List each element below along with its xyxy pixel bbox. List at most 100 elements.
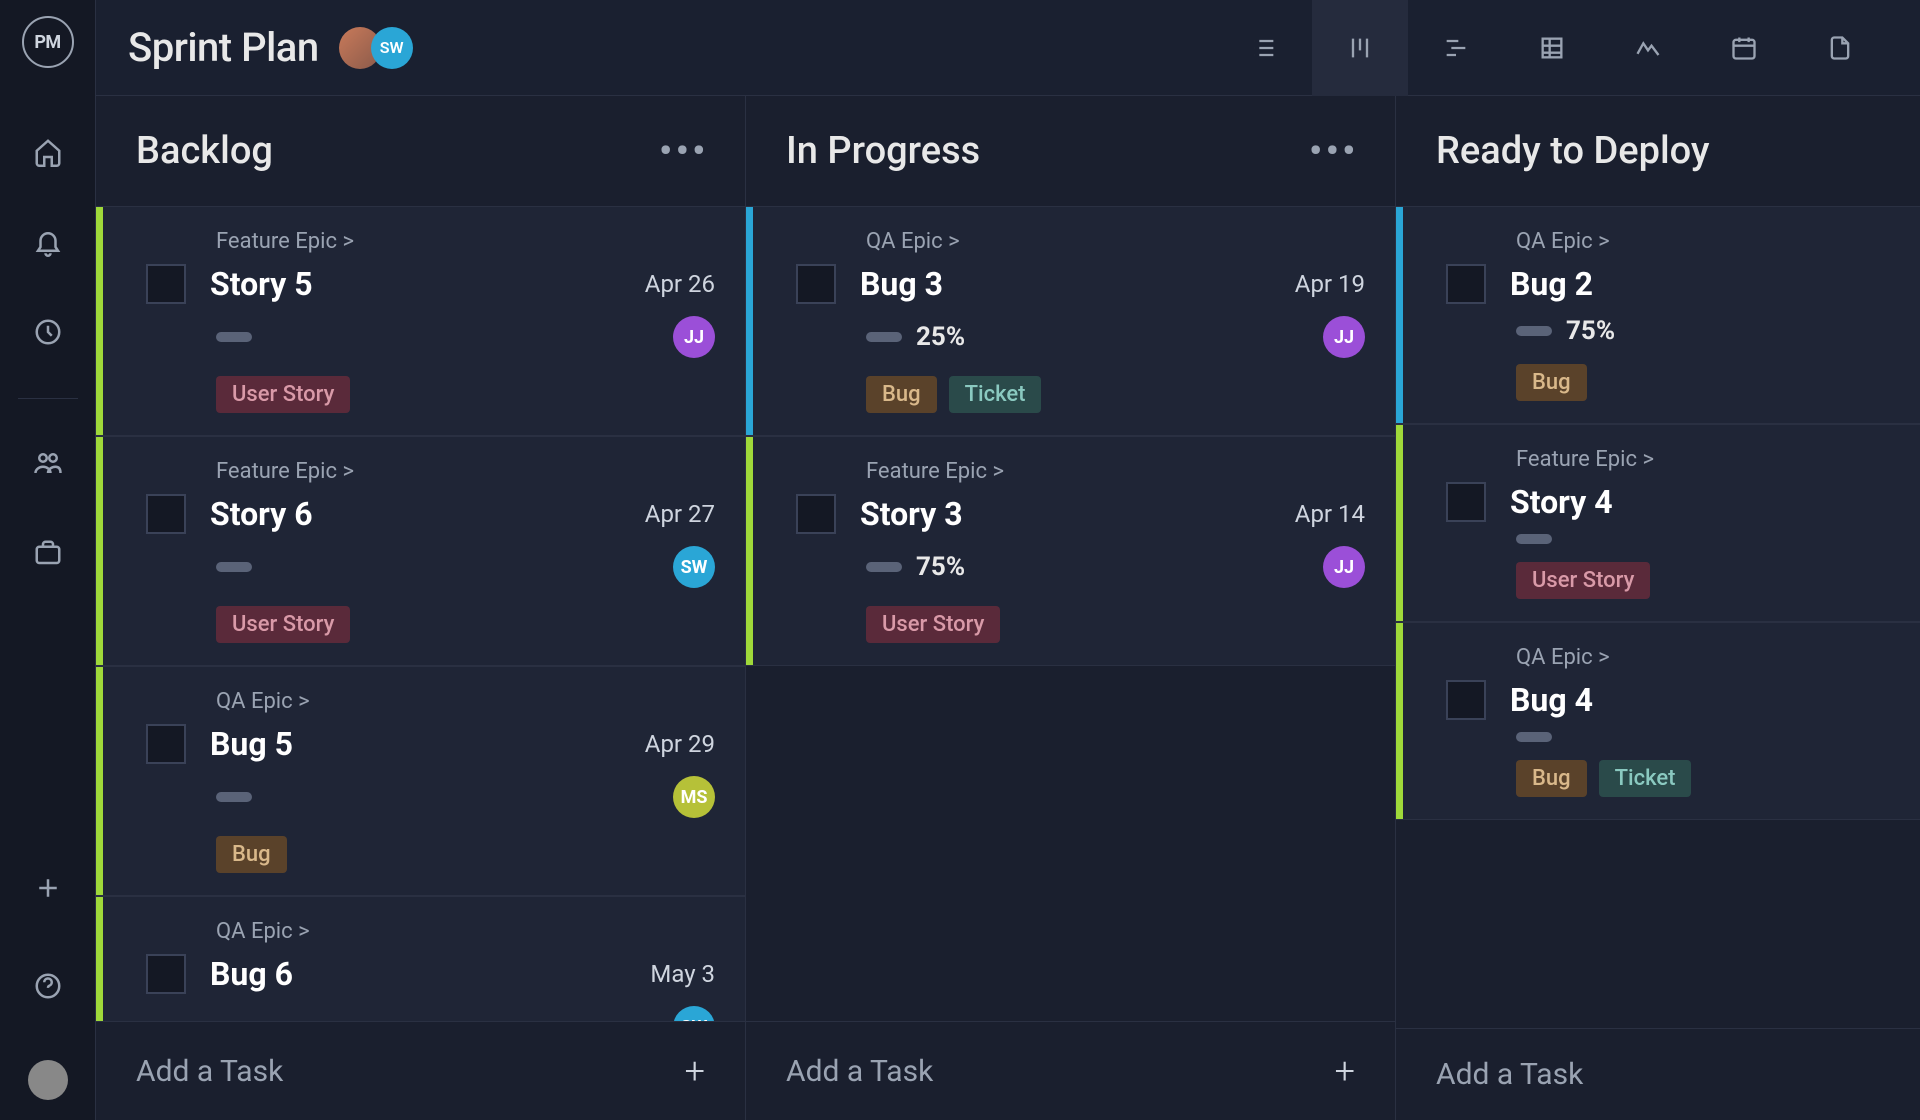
task-date: Apr 19 xyxy=(1295,270,1365,298)
card-epic-breadcrumb[interactable]: Feature Epic > xyxy=(216,229,715,254)
card-stripe xyxy=(1396,623,1403,819)
task-checkbox[interactable] xyxy=(796,264,836,304)
task-checkbox[interactable] xyxy=(146,494,186,534)
member-avatar[interactable]: SW xyxy=(371,27,413,69)
user-avatar[interactable] xyxy=(28,1060,68,1100)
column-body: QA Epic >Bug 3Apr 1925%JJBugTicketFeatur… xyxy=(746,206,1395,1021)
column-header: In Progress ••• xyxy=(746,96,1395,206)
column-menu-icon[interactable]: ••• xyxy=(659,131,709,171)
card-epic-breadcrumb[interactable]: Feature Epic > xyxy=(216,459,715,484)
help-icon[interactable] xyxy=(24,962,72,1010)
task-checkbox[interactable] xyxy=(146,724,186,764)
add-task-button[interactable]: Add a Task+ xyxy=(96,1021,745,1120)
progress-percent: 75% xyxy=(1566,316,1615,346)
task-checkbox[interactable] xyxy=(146,264,186,304)
app-logo[interactable]: PM xyxy=(22,16,74,68)
assignee-avatar[interactable]: MS xyxy=(673,776,715,818)
progress-bar xyxy=(866,562,902,572)
task-title: Bug 6 xyxy=(210,955,293,993)
card-epic-breadcrumb[interactable]: QA Epic > xyxy=(1516,229,1920,254)
card-stripe xyxy=(746,207,753,435)
task-card[interactable]: Feature Epic > Story 4 User Story xyxy=(1396,424,1920,622)
task-card[interactable]: Feature Epic >Story 5Apr 26JJUser Story xyxy=(96,206,745,436)
add-icon[interactable] xyxy=(24,864,72,912)
dashboard-view-tab[interactable] xyxy=(1600,0,1696,96)
tag-list: User Story xyxy=(216,376,715,413)
card-epic-breadcrumb[interactable]: Feature Epic > xyxy=(866,459,1365,484)
home-icon[interactable] xyxy=(24,128,72,176)
left-sidebar: PM xyxy=(0,0,96,1120)
column-title: In Progress xyxy=(786,129,980,173)
add-task-button[interactable]: Add a Task+ xyxy=(746,1021,1395,1120)
tag-list: Bug xyxy=(1516,364,1920,401)
tag-ticket[interactable]: Ticket xyxy=(1599,760,1692,797)
card-stripe xyxy=(1396,425,1403,621)
column-header: Backlog••• xyxy=(96,96,745,206)
task-card[interactable]: QA Epic >Bug 4BugTicket xyxy=(1396,622,1920,820)
list-view-tab[interactable] xyxy=(1216,0,1312,96)
sheet-view-tab[interactable] xyxy=(1504,0,1600,96)
task-card[interactable]: QA Epic >Bug 3Apr 1925%JJBugTicket xyxy=(746,206,1395,436)
card-epic-breadcrumb[interactable]: QA Epic > xyxy=(866,229,1365,254)
task-title: Story 5 xyxy=(210,265,313,303)
assignee-avatar[interactable]: JJ xyxy=(1323,546,1365,588)
tag-user-story[interactable]: User Story xyxy=(1516,562,1650,599)
card-stripe xyxy=(96,667,103,895)
card-stripe xyxy=(96,437,103,665)
assignee-avatar[interactable]: JJ xyxy=(673,316,715,358)
tag-user-story[interactable]: User Story xyxy=(216,606,350,643)
add-task-button[interactable]: Add a Task xyxy=(1396,1028,1920,1120)
notifications-icon[interactable] xyxy=(24,218,72,266)
card-epic-breadcrumb[interactable]: QA Epic > xyxy=(1516,645,1920,670)
calendar-view-tab[interactable] xyxy=(1696,0,1792,96)
tag-list: Bug Ticket xyxy=(866,376,1365,413)
tag-bug[interactable]: Bug xyxy=(216,836,287,873)
column-ready-to-deploy: Ready to DeployQA Epic >Bug 275%BugFeatu… xyxy=(1396,96,1920,1120)
task-checkbox[interactable] xyxy=(796,494,836,534)
task-card[interactable]: QA Epic >Bug 275%Bug xyxy=(1396,206,1920,424)
column-menu-icon[interactable]: ••• xyxy=(1309,131,1359,171)
task-card[interactable]: QA Epic >Bug 6May 3SW xyxy=(96,896,745,1021)
recent-icon[interactable] xyxy=(24,308,72,356)
progress-bar xyxy=(216,792,252,802)
view-tabs xyxy=(1216,0,1888,96)
task-card[interactable]: Feature Epic >Story 6Apr 27SWUser Story xyxy=(96,436,745,666)
task-title: Story 4 xyxy=(1510,483,1613,521)
task-checkbox[interactable] xyxy=(1446,680,1486,720)
gantt-view-tab[interactable] xyxy=(1408,0,1504,96)
tag-list: User Story xyxy=(216,606,715,643)
card-epic-breadcrumb[interactable]: QA Epic > xyxy=(216,919,715,944)
tag-user-story[interactable]: User Story xyxy=(216,376,350,413)
tag-list: Bug xyxy=(216,836,715,873)
task-card[interactable]: Feature Epic >Story 3Apr 1475%JJUser Sto… xyxy=(746,436,1395,666)
assignee-avatar[interactable]: SW xyxy=(673,546,715,588)
assignee-avatar[interactable]: SW xyxy=(673,1006,715,1021)
task-checkbox[interactable] xyxy=(146,954,186,994)
tag-bug[interactable]: Bug xyxy=(1516,760,1587,797)
plus-icon: + xyxy=(685,1050,705,1092)
tag-ticket[interactable]: Ticket xyxy=(949,376,1042,413)
add-task-label: Add a Task xyxy=(1436,1057,1583,1092)
tag-bug[interactable]: Bug xyxy=(1516,364,1587,401)
project-members[interactable]: SW xyxy=(349,27,413,69)
add-task-label: Add a Task xyxy=(786,1054,933,1089)
assignee-avatar[interactable]: JJ xyxy=(1323,316,1365,358)
portfolio-icon[interactable] xyxy=(24,529,72,577)
board-view-tab[interactable] xyxy=(1312,0,1408,96)
task-checkbox[interactable] xyxy=(1446,482,1486,522)
divider xyxy=(18,398,78,399)
task-card[interactable]: QA Epic >Bug 5Apr 29MSBug xyxy=(96,666,745,896)
card-stripe xyxy=(96,897,103,1021)
card-epic-breadcrumb[interactable]: Feature Epic > xyxy=(1516,447,1920,472)
task-date: Apr 29 xyxy=(645,730,715,758)
team-icon[interactable] xyxy=(24,439,72,487)
task-checkbox[interactable] xyxy=(1446,264,1486,304)
progress-percent: 75% xyxy=(916,552,965,582)
tag-user-story[interactable]: User Story xyxy=(866,606,1000,643)
column-body: Feature Epic >Story 5Apr 26JJUser StoryF… xyxy=(96,206,745,1021)
progress-bar xyxy=(216,332,252,342)
tag-bug[interactable]: Bug xyxy=(866,376,937,413)
card-epic-breadcrumb[interactable]: QA Epic > xyxy=(216,689,715,714)
files-view-tab[interactable] xyxy=(1792,0,1888,96)
card-stripe xyxy=(1396,207,1403,423)
